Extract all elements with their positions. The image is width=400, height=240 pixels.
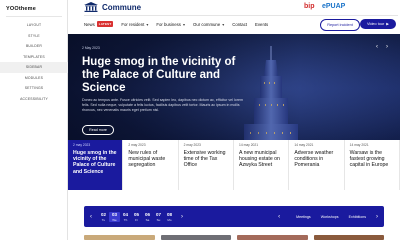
news-card-date: 2 may 2023 xyxy=(128,143,146,147)
nav-news-label: News xyxy=(84,21,95,27)
news-cards: 2 may 2023 Huge smog in the vicinity of t… xyxy=(68,140,400,190)
event-thumbnail[interactable] xyxy=(84,235,155,240)
hero-excerpt: Donec ac tempus ante. Fusce ultricies ve… xyxy=(82,98,243,112)
nav-our-commune-label: Our commune xyxy=(192,21,221,27)
site-brand[interactable]: Commune xyxy=(84,2,141,12)
event-thumbnail[interactable] xyxy=(237,235,308,240)
play-icon: ▶ xyxy=(386,22,389,26)
header-divider xyxy=(84,15,398,16)
news-card-date: 14 may 2021 xyxy=(349,143,369,147)
calendar-day-weekday: Tu xyxy=(101,217,106,222)
nav-for-resident[interactable]: For resident ▾ xyxy=(121,22,148,27)
news-card-title: A new municipal housing estate on Azwyka… xyxy=(238,150,280,169)
divider xyxy=(6,16,62,17)
news-card-title: New rules of municipal waste segregation xyxy=(128,150,166,169)
building-icon xyxy=(84,2,98,12)
events-calendar-strip: ‹ 02 Tu 03 We 04 Th 05 Fr 06 Sa 07 Su 08 Mo › ‹ Meetings W… xyxy=(84,206,384,227)
calendar-day[interactable]: 02 Tu xyxy=(98,212,109,222)
calendar-category[interactable]: Exhibitions xyxy=(349,215,366,219)
calendar-day-weekday: Su xyxy=(156,217,161,222)
customizer-item[interactable]: MODULES xyxy=(0,73,68,84)
news-card-title: Warsaw is the fastest growing capital in… xyxy=(349,150,389,169)
news-card-date: 14 may 2021 xyxy=(294,143,314,147)
news-card-title: Extensive working time of the Tax Office xyxy=(183,150,226,169)
event-thumbnail[interactable] xyxy=(313,235,384,240)
nav-contact-label: Contact xyxy=(232,21,248,27)
news-card[interactable]: 14 may 2021 Adverse weather conditions in… xyxy=(289,140,345,190)
site-title: Commune xyxy=(102,2,142,12)
calendar-day[interactable]: 04 Th xyxy=(120,212,131,222)
chevron-right-icon[interactable]: › xyxy=(175,214,189,220)
calendar-category[interactable]: Meetings xyxy=(296,215,311,219)
news-card-title: Adverse weather conditions in Pomerania xyxy=(294,150,334,169)
news-card-date: 2 may 2023 xyxy=(183,143,201,147)
customizer-item[interactable]: STYLE xyxy=(0,31,68,42)
chevron-right-icon[interactable]: › xyxy=(386,44,388,50)
hero-title[interactable]: Huge smog in the vicinity of the Palace … xyxy=(82,56,252,95)
epuap-logo[interactable]: ePUAP xyxy=(322,3,345,10)
calendar-day-weekday: Th xyxy=(123,217,128,222)
calendar-day[interactable]: 05 Fr xyxy=(131,212,142,222)
calendar-day[interactable]: 07 Su xyxy=(153,212,164,222)
news-card[interactable]: 14 may 2021 A new municipal housing estat… xyxy=(233,140,290,190)
customizer-item[interactable]: TEMPLATES xyxy=(0,52,68,63)
latest-badge: LATEST xyxy=(96,21,114,27)
website-preview: Commune bip ePUAP News LATEST For reside… xyxy=(68,0,400,240)
customizer-panel: YOOtheme LAYOUT STYLE BUILDER TEMPLATES SIDE… xyxy=(0,0,68,240)
nav-events[interactable]: Events xyxy=(255,22,268,27)
chevron-down-icon: ▾ xyxy=(182,21,185,27)
news-card-date: 14 may 2021 xyxy=(238,143,259,147)
news-card[interactable]: 2 may 2023 Huge smog in the vicinity of t… xyxy=(68,140,124,190)
customizer-item[interactable]: LAYOUT xyxy=(0,20,68,31)
video-tour-button[interactable]: Video tour ▶ xyxy=(360,19,396,29)
news-card-title: Huge smog in the vicinity of the Palace … xyxy=(73,150,117,175)
bip-logo[interactable]: bip xyxy=(304,3,315,10)
news-card[interactable]: 2 may 2023 New rules of municipal waste s… xyxy=(123,140,179,190)
nav-for-business[interactable]: For business ▾ xyxy=(156,22,185,27)
customizer-item[interactable]: ACCESSIBILITY xyxy=(0,94,68,105)
nav-for-business-label: For business xyxy=(156,21,181,27)
calendar-day[interactable]: 08 Mo xyxy=(164,212,175,222)
video-tour-label: Video tour xyxy=(367,22,385,26)
customizer-item[interactable]: SETTINGS xyxy=(0,83,68,94)
nav-for-resident-label: For resident xyxy=(121,21,145,27)
event-thumbnails xyxy=(84,235,384,240)
chevron-left-icon[interactable]: ‹ xyxy=(272,214,286,220)
main-nav: News LATEST For resident ▾ For business … xyxy=(84,17,268,31)
report-incident-button[interactable]: Report incident xyxy=(320,19,360,31)
news-card[interactable]: 2 may 2023 Extensive working time of the … xyxy=(178,140,234,190)
chevron-down-icon: ▾ xyxy=(146,21,149,27)
yootheme-logo: YOOtheme xyxy=(6,6,37,12)
hero-date: 2 May 2023 xyxy=(82,46,100,50)
chevron-left-icon[interactable]: ‹ xyxy=(376,44,378,50)
nav-news[interactable]: News LATEST xyxy=(84,21,114,27)
chevron-left-icon[interactable]: ‹ xyxy=(84,214,98,220)
nav-events-label: Events xyxy=(255,21,269,27)
news-card[interactable]: 14 may 2021 Warsaw is the fastest growing… xyxy=(344,140,400,190)
chevron-right-icon[interactable]: › xyxy=(370,214,384,220)
calendar-day-weekday: We xyxy=(112,217,117,222)
news-card-date: 2 may 2023 xyxy=(73,143,91,147)
nav-contact[interactable]: Contact xyxy=(232,22,247,27)
event-thumbnail[interactable] xyxy=(160,235,231,240)
calendar-day[interactable]: 03 We xyxy=(109,211,120,222)
nav-our-commune[interactable]: Our commune ▾ xyxy=(193,22,224,27)
calendar-day-weekday: Mo xyxy=(167,217,172,222)
calendar-category[interactable]: Workshops xyxy=(321,215,339,219)
calendar-day[interactable]: 06 Sa xyxy=(142,212,153,222)
read-more-button[interactable]: Read more xyxy=(82,125,114,135)
calendar-day-weekday: Sa xyxy=(145,217,150,222)
customizer-menu: LAYOUT STYLE BUILDER TEMPLATES SIDEBAR MODULE… xyxy=(0,20,68,104)
chevron-down-icon: ▾ xyxy=(222,21,225,27)
customizer-item[interactable]: BUILDER xyxy=(0,41,68,52)
calendar-day-weekday: Fr xyxy=(135,217,138,222)
customizer-item[interactable]: SIDEBAR xyxy=(0,62,68,73)
